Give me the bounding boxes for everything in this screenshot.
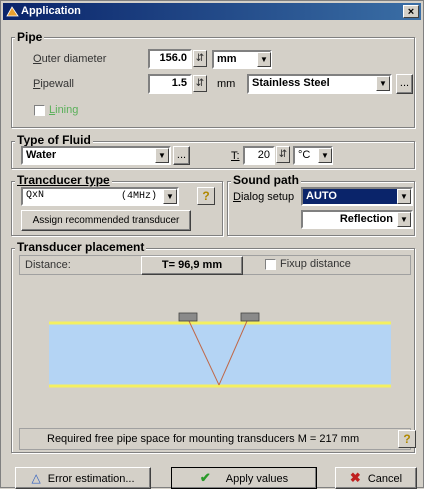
fixup-distance-checkbox[interactable] — [265, 259, 276, 270]
placement-group-title: Transducer placement — [15, 240, 147, 254]
pipe-group-title: Pipe — [15, 30, 45, 44]
outer-diameter-input[interactable]: 156.0 — [148, 49, 192, 69]
fluid-select[interactable]: Water — [21, 146, 171, 165]
temperature-spinner[interactable]: ⇵ — [276, 146, 290, 163]
temperature-input[interactable]: 20 — [243, 146, 275, 165]
spinner-arrows-icon: ⇵ — [278, 149, 288, 160]
cancel-button[interactable]: ✖ Cancel — [335, 467, 417, 489]
transducer-frequency: (4MHz) — [120, 191, 157, 202]
checkmark-icon: ✔ — [199, 470, 211, 485]
chevron-down-icon: ▼ — [379, 79, 387, 88]
fixup-distance-label: Fixup distance — [280, 258, 351, 270]
sound-path-group-title: Sound path — [231, 173, 301, 187]
fluid-dropdown[interactable]: ▼ — [155, 148, 169, 163]
pipe-material-dropdown[interactable]: ▼ — [376, 76, 390, 91]
transducer-type-select[interactable]: QxN (4MHz) — [21, 187, 179, 206]
window-title: Application — [21, 5, 81, 17]
chevron-down-icon: ▼ — [260, 55, 268, 64]
distance-value: T= 96,9 mm — [141, 256, 243, 275]
transducer-group-title: Trancducer type — [15, 173, 112, 187]
close-button[interactable]: × — [403, 5, 419, 18]
pipe-cross-section — [49, 323, 391, 387]
apply-values-label: Apply values — [225, 473, 289, 485]
chevron-down-icon: ▼ — [321, 151, 329, 160]
pipewall-unit: mm — [217, 78, 236, 90]
outer-diameter-spinner[interactable]: ⇵ — [193, 50, 207, 67]
outer-diameter-label: Outer diameter — [33, 53, 107, 65]
chevron-down-icon: ▼ — [158, 151, 166, 160]
error-estimation-button[interactable]: △ Error estimation... — [15, 467, 151, 489]
error-estimation-label: Error estimation... — [47, 473, 135, 485]
fluid-group-title: Type of Fluid — [15, 133, 93, 147]
transducer-placement-diagram — [49, 312, 391, 388]
temperature-label: T: — [231, 150, 240, 162]
fluid-browse-button[interactable]: ... — [173, 146, 190, 165]
application-window: Application × Pipe Outer diameter 156.0 … — [0, 0, 424, 489]
cancel-label: Cancel — [367, 473, 403, 485]
pipewall-input[interactable]: 1.5 — [148, 74, 192, 94]
pipewall-label: Pipewall — [33, 78, 74, 90]
spinner-arrows-icon: ⇵ — [195, 53, 205, 64]
assign-recommended-transducer-button[interactable]: Assign recommended transducer — [21, 210, 191, 231]
chevron-down-icon: ▼ — [400, 215, 408, 224]
lining-label: Lining — [49, 104, 79, 116]
transducer-type-value: QxN — [26, 190, 45, 201]
pipe-material-select[interactable]: Stainless Steel — [247, 74, 392, 94]
triangle-icon: △ — [31, 471, 41, 485]
x-icon: ✖ — [349, 470, 361, 485]
transducer-type-dropdown[interactable]: ▼ — [163, 189, 177, 204]
sound-path-dropdown[interactable]: ▼ — [397, 212, 411, 227]
temperature-unit-dropdown[interactable]: ▼ — [318, 148, 332, 163]
outer-diameter-unit-dropdown[interactable]: ▼ — [257, 52, 271, 67]
distance-label: Distance: — [25, 259, 71, 271]
transducer-help-button[interactable]: ? — [197, 187, 215, 205]
pipewall-spinner[interactable]: ⇵ — [193, 75, 207, 92]
app-icon — [6, 6, 19, 17]
required-space-text: Required free pipe space for mounting tr… — [47, 433, 360, 445]
dialog-setup-dropdown[interactable]: ▼ — [397, 189, 411, 204]
chevron-down-icon: ▼ — [400, 192, 408, 201]
apply-values-button[interactable]: ✔ Apply values — [171, 467, 317, 489]
transducer-right — [240, 312, 260, 322]
dialog-setup-label: Dialog setup — [233, 191, 295, 203]
transducer-left — [178, 312, 198, 322]
required-space-help-button[interactable]: ? — [398, 430, 416, 448]
pipe-material-browse-button[interactable]: ... — [396, 74, 413, 94]
spinner-arrows-icon: ⇵ — [195, 78, 205, 89]
title-bar[interactable]: Application × — [3, 3, 421, 20]
lining-checkbox[interactable] — [34, 105, 45, 116]
chevron-down-icon: ▼ — [166, 192, 174, 201]
